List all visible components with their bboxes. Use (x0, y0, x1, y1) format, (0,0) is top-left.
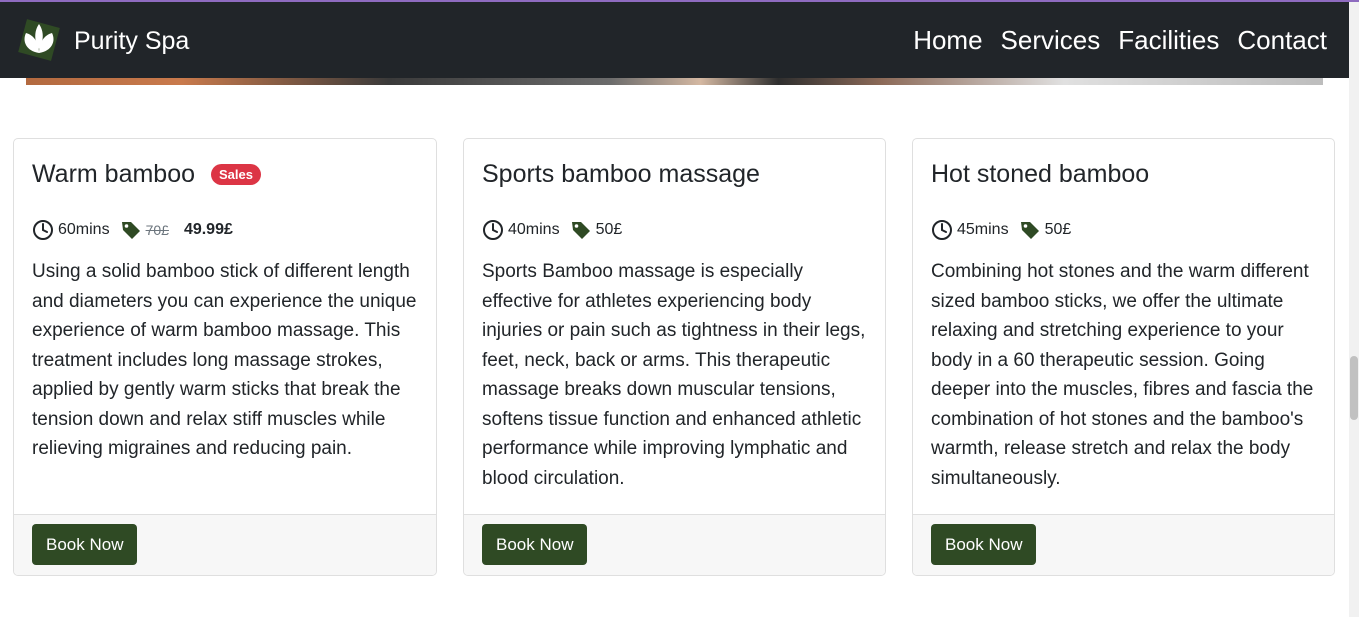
old-price: 70£ (145, 222, 169, 238)
duration: 45mins (957, 221, 1009, 238)
card-footer: Book Now (14, 514, 436, 575)
duration: 60mins (58, 221, 110, 238)
card-title: Hot stoned bamboo (931, 159, 1150, 188)
card-footer: Book Now (464, 514, 885, 575)
card-meta: 40mins 50£ (482, 217, 867, 243)
clock-icon (32, 219, 54, 241)
clock-icon (482, 219, 504, 241)
brand[interactable]: Purity Spa (12, 13, 189, 67)
card-body: Hot stoned bamboo 45mins 50£ Combining h… (913, 139, 1334, 514)
service-cards: Warm bamboo Sales 60mins 70£ 49.99£ Usin… (13, 138, 1335, 576)
card-body: Sports bamboo massage 40mins 50£ Sports … (464, 139, 885, 514)
duration: 40mins (508, 221, 560, 238)
sales-badge: Sales (211, 163, 261, 185)
price: 50£ (1044, 221, 1072, 238)
brand-name: Purity Spa (74, 26, 190, 55)
scrollbar-thumb[interactable] (1350, 356, 1358, 420)
card-title-row: Sports bamboo massage (482, 159, 867, 189)
page-scrollbar[interactable] (1349, 2, 1359, 617)
service-card-sports-bamboo: Sports bamboo massage 40mins 50£ Sports … (463, 138, 886, 576)
service-card-hot-stoned-bamboo: Hot stoned bamboo 45mins 50£ Combining h… (912, 138, 1335, 576)
price-tag-icon (570, 219, 592, 241)
clock-icon (931, 219, 953, 241)
book-now-button[interactable]: Book Now (931, 524, 1037, 565)
card-title-row: Hot stoned bamboo (931, 159, 1316, 189)
nav-facilities-link[interactable]: Facilities (1118, 25, 1219, 56)
card-title: Warm bamboo (32, 159, 196, 188)
book-now-button[interactable]: Book Now (482, 524, 588, 565)
price-tag-icon (120, 219, 142, 241)
card-body: Warm bamboo Sales 60mins 70£ 49.99£ Usin… (14, 139, 436, 514)
card-description: Using a solid bamboo stick of different … (32, 261, 417, 459)
card-description: Sports Bamboo massage is especially effe… (482, 261, 866, 489)
card-meta: 45mins 50£ (931, 217, 1316, 243)
card-description: Combining hot stones and the warm differ… (931, 261, 1314, 489)
price: 50£ (595, 221, 623, 238)
service-card-warm-bamboo: Warm bamboo Sales 60mins 70£ 49.99£ Usin… (13, 138, 437, 576)
card-footer: Book Now (913, 514, 1334, 575)
navbar: Purity Spa Home Services Facilities Cont… (0, 2, 1349, 78)
price-tag-icon (1019, 219, 1041, 241)
price: 49.99£ (183, 221, 233, 238)
leaf-logo-icon (18, 19, 60, 61)
nav-contact-link[interactable]: Contact (1237, 25, 1327, 56)
card-title: Sports bamboo massage (482, 159, 760, 188)
book-now-button[interactable]: Book Now (32, 524, 138, 565)
card-title-row: Warm bamboo Sales (32, 159, 418, 189)
card-meta: 60mins 70£ 49.99£ (32, 217, 418, 243)
nav-home-link[interactable]: Home (913, 25, 982, 56)
nav-services-link[interactable]: Services (1001, 25, 1101, 56)
hero-image (26, 78, 1323, 85)
nav-links: Home Services Facilities Contact (913, 25, 1327, 56)
